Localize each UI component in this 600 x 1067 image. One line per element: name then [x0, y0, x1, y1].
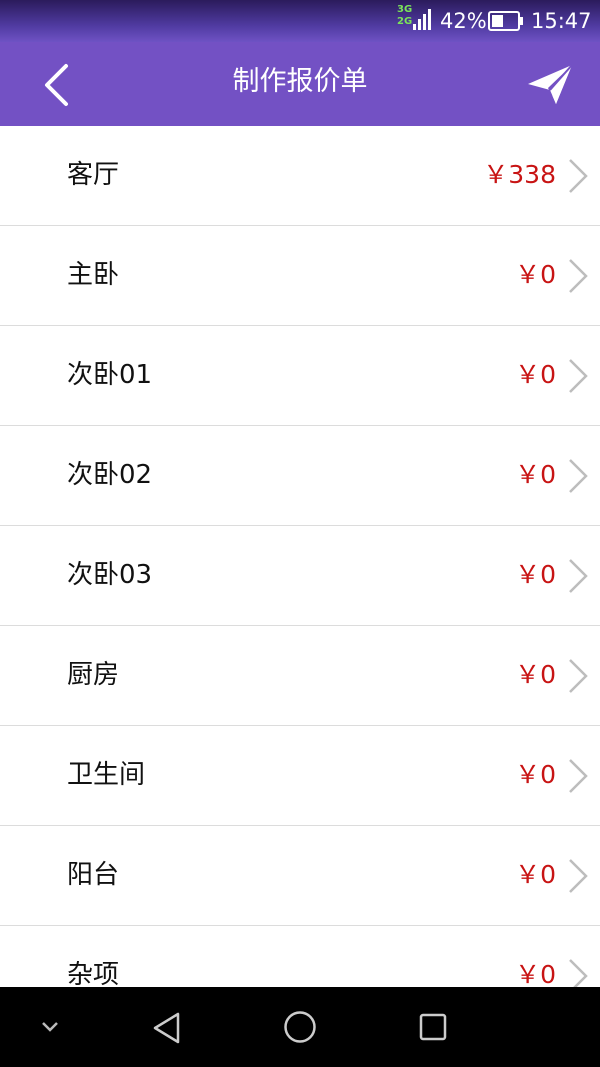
network-type-indicator: 3G 2G	[397, 4, 413, 28]
paper-plane-icon	[528, 64, 573, 104]
system-nav-bar	[0, 987, 600, 1067]
back-triangle-icon[interactable]	[150, 1011, 184, 1045]
room-price: ￥0	[515, 260, 556, 289]
chevron-right-icon	[569, 659, 588, 693]
chevron-right-icon	[569, 859, 588, 893]
room-name: 卫生间	[67, 760, 146, 790]
chevron-right-icon	[569, 759, 588, 793]
room-name: 阳台	[67, 860, 120, 890]
room-row-balcony[interactable]: 阳台 ￥0	[0, 826, 600, 926]
network-3g-label: 3G	[397, 4, 413, 15]
home-circle-icon[interactable]	[282, 1009, 318, 1045]
room-name: 客厅	[67, 160, 120, 190]
status-bar: 3G 2G 42% 15:47	[0, 0, 600, 42]
room-price: ￥0	[515, 760, 556, 789]
room-name: 主卧	[67, 260, 120, 290]
signal-strength-icon	[413, 9, 431, 30]
room-row-second-bedroom-01[interactable]: 次卧01 ￥0	[0, 326, 600, 426]
room-price: ￥0	[515, 360, 556, 389]
room-row-bathroom[interactable]: 卫生间 ￥0	[0, 726, 600, 826]
room-name: 杂项	[67, 960, 120, 987]
room-row-second-bedroom-03[interactable]: 次卧03 ￥0	[0, 526, 600, 626]
room-name: 厨房	[67, 660, 120, 690]
chevron-left-icon	[45, 64, 68, 106]
app-bar: 制作报价单	[0, 42, 600, 126]
room-row-second-bedroom-02[interactable]: 次卧02 ￥0	[0, 426, 600, 526]
chevron-right-icon	[569, 959, 588, 987]
room-name: 次卧03	[67, 560, 153, 590]
room-price: ￥0	[515, 660, 556, 689]
send-button[interactable]	[526, 62, 578, 108]
chevron-right-icon	[569, 259, 588, 293]
room-price: ￥338	[483, 160, 556, 189]
chevron-right-icon	[569, 359, 588, 393]
room-name: 次卧01	[67, 360, 153, 390]
battery-icon	[488, 11, 523, 31]
chevron-right-icon	[569, 159, 588, 193]
room-name: 次卧02	[67, 460, 153, 490]
chevron-down-icon[interactable]	[40, 1020, 60, 1034]
room-row-miscellaneous[interactable]: 杂项 ￥0	[0, 926, 600, 987]
recents-square-icon[interactable]	[418, 1012, 448, 1042]
room-price-list: 客厅 ￥338 主卧 ￥0 次卧01 ￥0 次卧02 ￥0 次卧03 ￥0 厨房…	[0, 126, 600, 987]
room-price: ￥0	[515, 860, 556, 889]
network-2g-label: 2G	[397, 16, 413, 27]
room-price: ￥0	[515, 460, 556, 489]
chevron-right-icon	[569, 459, 588, 493]
room-price: ￥0	[515, 560, 556, 589]
battery-percent: 42%	[440, 9, 487, 33]
room-row-living-room[interactable]: 客厅 ￥338	[0, 126, 600, 226]
chevron-right-icon	[569, 559, 588, 593]
room-row-kitchen[interactable]: 厨房 ￥0	[0, 626, 600, 726]
back-button[interactable]	[32, 60, 82, 110]
page-title: 制作报价单	[232, 66, 368, 97]
room-price: ￥0	[515, 960, 556, 987]
clock: 15:47	[531, 9, 592, 33]
room-row-master-bedroom[interactable]: 主卧 ￥0	[0, 226, 600, 326]
